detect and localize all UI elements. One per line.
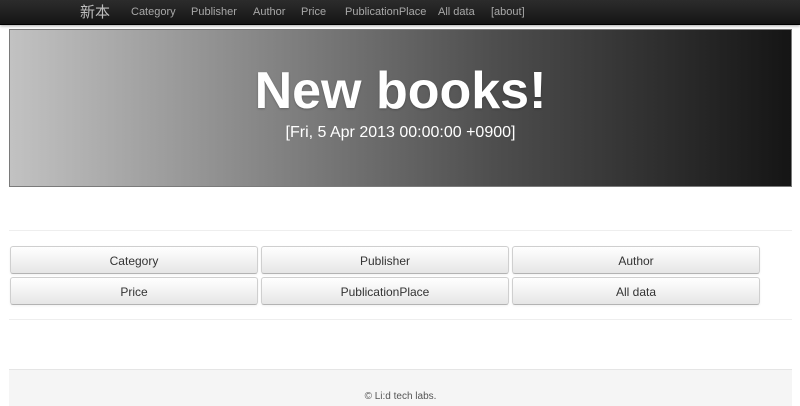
- nav-item-category[interactable]: Category: [131, 0, 176, 24]
- hero-date: [Fri, 5 Apr 2013 00:00:00 +0900]: [285, 124, 516, 141]
- divider-top: [9, 230, 792, 231]
- author-button[interactable]: Author: [512, 246, 760, 274]
- footer: © Li:d tech labs.: [9, 369, 792, 406]
- divider-bottom: [9, 319, 792, 320]
- nav-item-all-data[interactable]: All data: [438, 0, 475, 24]
- price-button[interactable]: Price: [10, 277, 258, 305]
- publisher-button[interactable]: Publisher: [261, 246, 509, 274]
- hero-title: New books!: [254, 62, 547, 120]
- category-button[interactable]: Category: [10, 246, 258, 274]
- brand-link[interactable]: 新本: [80, 0, 110, 24]
- hero-banner: New books! [Fri, 5 Apr 2013 00:00:00 +09…: [9, 29, 792, 187]
- nav-item-publication-place[interactable]: PublicationPlace: [345, 0, 426, 24]
- top-navbar: 新本 Category Publisher Author Price Publi…: [0, 0, 800, 25]
- nav-item-about[interactable]: [about]: [491, 0, 525, 24]
- footer-copyright: © Li:d tech labs.: [364, 391, 437, 402]
- nav-item-author[interactable]: Author: [253, 0, 285, 24]
- all-data-button[interactable]: All data: [512, 277, 760, 305]
- publication-place-button[interactable]: PublicationPlace: [261, 277, 509, 305]
- nav-item-publisher[interactable]: Publisher: [191, 0, 237, 24]
- nav-item-price[interactable]: Price: [301, 0, 326, 24]
